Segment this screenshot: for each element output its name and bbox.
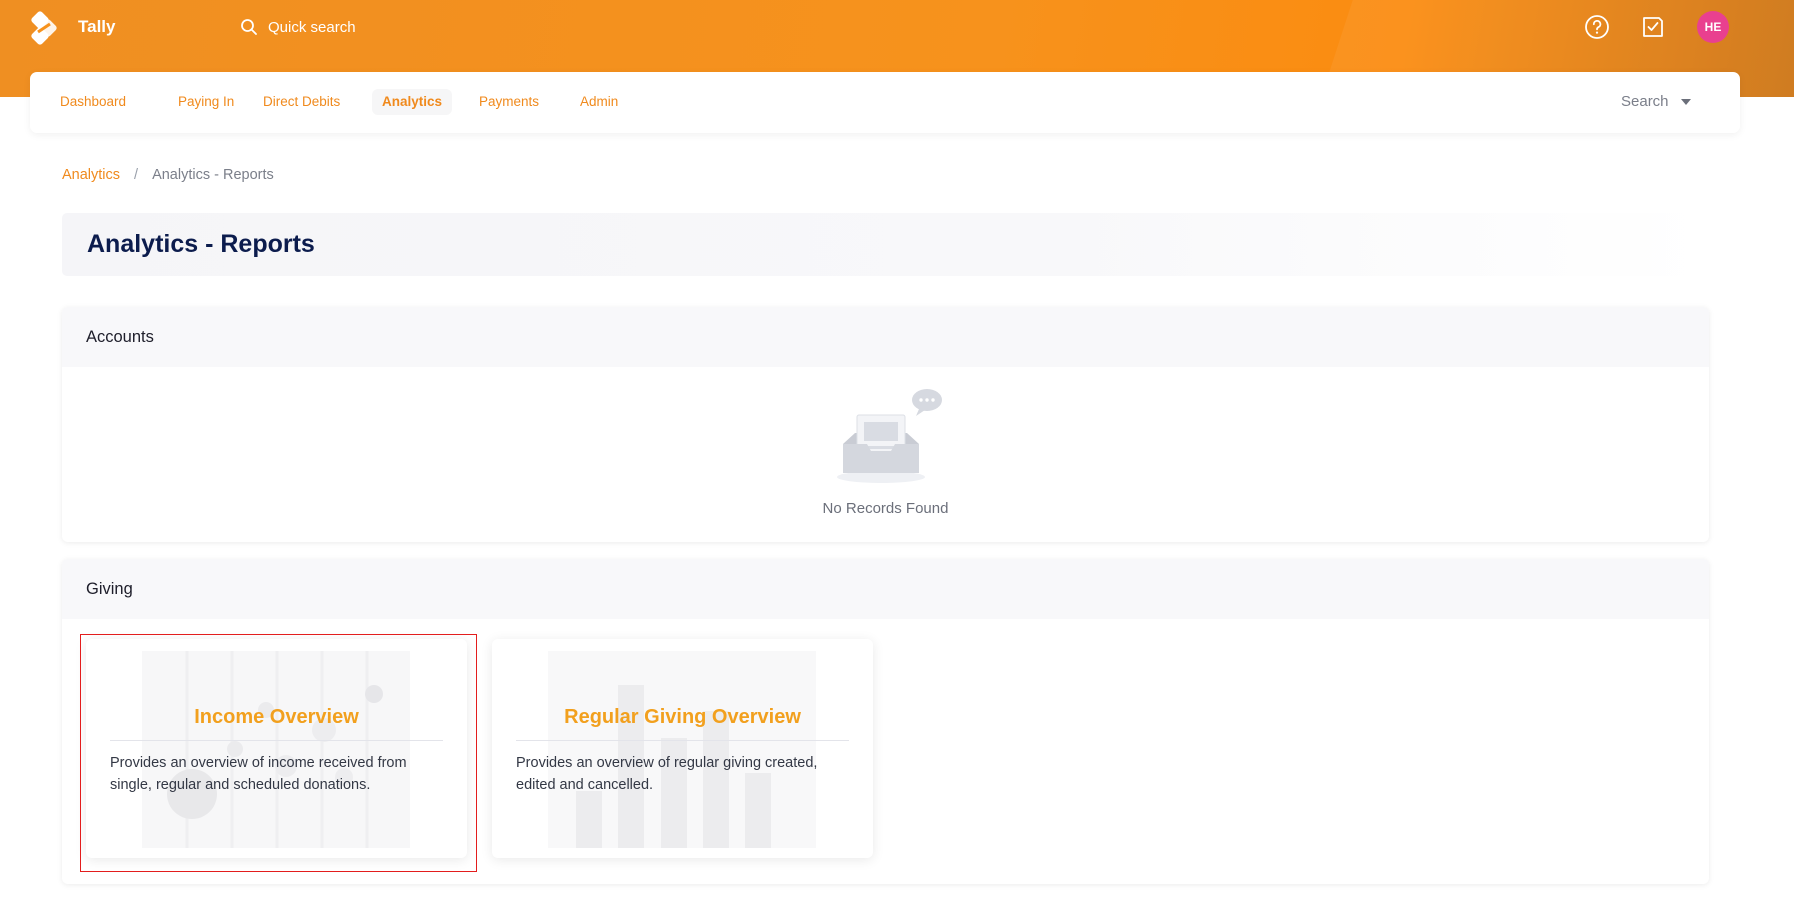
- tally-logo-icon[interactable]: [26, 10, 62, 46]
- search-icon: [241, 19, 257, 35]
- nav-item-payments[interactable]: Payments: [469, 89, 549, 115]
- breadcrumb: Analytics / Analytics - Reports: [62, 167, 274, 183]
- quick-search-placeholder: Quick search: [268, 18, 356, 36]
- income-overview-divider: [110, 740, 443, 741]
- income-overview-background: [142, 651, 410, 848]
- regular-giving-divider: [516, 740, 849, 741]
- nav-item-direct-debits[interactable]: Direct Debits: [253, 89, 350, 115]
- breadcrumb-current: Analytics - Reports: [152, 167, 274, 183]
- income-overview-title: Income Overview: [194, 706, 359, 728]
- no-records-text: No Records Found: [822, 500, 949, 517]
- page-title: Analytics - Reports: [87, 230, 315, 258]
- empty-inbox-icon: [837, 389, 942, 483]
- help-button[interactable]: [1582, 12, 1612, 42]
- nav-item-dashboard[interactable]: Dashboard: [50, 89, 136, 115]
- breadcrumb-analytics-link[interactable]: Analytics: [62, 167, 120, 183]
- help-icon: [1585, 15, 1609, 39]
- breadcrumb-separator: /: [134, 167, 139, 183]
- brand-name: Tally: [78, 17, 116, 36]
- nav-item-paying-in[interactable]: Paying In: [168, 89, 244, 115]
- task-check-icon: [1643, 17, 1663, 37]
- main-nav: Dashboard Paying In Direct Debits Analyt…: [30, 72, 1740, 133]
- giving-card: Giving Income Overview Provides an overv…: [62, 559, 1709, 884]
- quick-search[interactable]: Quick search: [240, 15, 356, 39]
- income-overview-card[interactable]: Income Overview Provides an overview of …: [86, 639, 467, 858]
- regular-giving-background: [548, 651, 816, 848]
- income-overview-description: Provides an overview of income received …: [110, 755, 407, 793]
- regular-giving-overview-description: Provides an overview of regular giving c…: [516, 755, 818, 793]
- caret-down-icon: [1680, 99, 1691, 105]
- accounts-heading: Accounts: [62, 307, 1709, 367]
- page-title-bar: Analytics - Reports: [62, 213, 1710, 276]
- regular-giving-overview-title: Regular Giving Overview: [564, 706, 801, 728]
- giving-heading: Giving: [62, 559, 1709, 619]
- nav-item-admin[interactable]: Admin: [570, 89, 628, 115]
- nav-search-dropdown[interactable]: Search: [1621, 89, 1691, 115]
- user-avatar[interactable]: HE: [1697, 11, 1729, 43]
- nav-item-analytics[interactable]: Analytics: [372, 89, 453, 115]
- regular-giving-overview-card[interactable]: Regular Giving Overview Provides an over…: [492, 639, 873, 858]
- accounts-card: Accounts No Records Found: [62, 307, 1709, 542]
- tasks-button[interactable]: [1638, 12, 1668, 42]
- nav-search-label: Search: [1621, 93, 1669, 110]
